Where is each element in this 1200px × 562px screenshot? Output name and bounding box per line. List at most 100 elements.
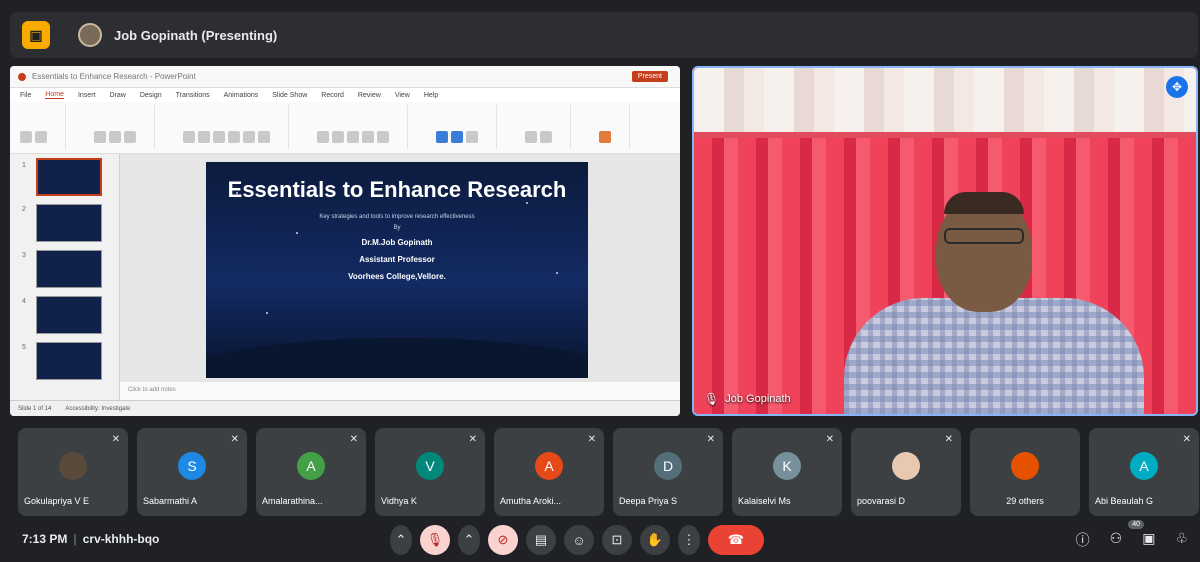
presenter-avatar bbox=[78, 23, 102, 47]
ribbon-editing[interactable] bbox=[525, 105, 571, 149]
participant-name: Abi Beaulah G bbox=[1095, 496, 1154, 506]
ppt-menu-design[interactable]: Design bbox=[140, 92, 162, 99]
ribbon-drawing[interactable] bbox=[436, 105, 497, 149]
participant-tile[interactable]: ✕ poovarasi D bbox=[851, 428, 961, 516]
leave-call-button[interactable]: ☎ bbox=[708, 525, 764, 555]
ribbon-slides[interactable] bbox=[94, 105, 155, 149]
slide-thumb-5[interactable] bbox=[36, 342, 102, 380]
slide-thumb-3[interactable] bbox=[36, 250, 102, 288]
presenter-video bbox=[844, 188, 1144, 414]
emoji-button[interactable]: ☺ bbox=[564, 525, 594, 555]
participant-tile[interactable]: ✕ S Sabarmathi A bbox=[137, 428, 247, 516]
ppt-present-button[interactable]: Present bbox=[631, 71, 668, 82]
info-icon[interactable]: ⓘ bbox=[1076, 530, 1090, 550]
ppt-menu-review[interactable]: Review bbox=[358, 92, 381, 99]
camera-toggle-button[interactable]: ⊘ bbox=[488, 525, 518, 555]
people-count-badge: 40 bbox=[1128, 520, 1144, 529]
ppt-ribbon bbox=[10, 102, 680, 154]
participant-avatar: K bbox=[773, 452, 801, 480]
participant-name: Deepa Priya S bbox=[619, 496, 678, 506]
mic-off-icon: ✕ bbox=[1182, 434, 1191, 445]
participant-name: Amutha Aroki... bbox=[500, 496, 562, 506]
ribbon-clipboard[interactable] bbox=[20, 105, 66, 149]
people-icon[interactable]: ⚇ bbox=[1110, 530, 1123, 550]
ribbon-addins[interactable] bbox=[599, 105, 630, 149]
ppt-status-bar: Slide 1 of 14 Accessibility: Investigate bbox=[10, 400, 680, 416]
participant-tile[interactable]: ✕ V Vidhya K bbox=[375, 428, 485, 516]
slide-mountain-graphic bbox=[206, 338, 588, 378]
slide-subtitle: Key strategies and tools to improve rese… bbox=[319, 214, 475, 220]
participant-avatar: V bbox=[416, 452, 444, 480]
screen-share[interactable]: Essentials to Enhance Research - PowerPo… bbox=[10, 66, 680, 416]
participant-avatar: A bbox=[1130, 452, 1158, 480]
participant-avatar: A bbox=[535, 452, 563, 480]
ppt-autosave-icon bbox=[18, 72, 26, 81]
mic-off-icon: ✕ bbox=[230, 434, 239, 445]
mic-off-icon: ✕ bbox=[944, 434, 953, 445]
slide-author: Dr.M.Job Gopinath bbox=[361, 238, 433, 247]
ppt-menu-file[interactable]: File bbox=[20, 92, 31, 99]
ribbon-paragraph[interactable] bbox=[317, 105, 408, 149]
slide-thumb-4[interactable] bbox=[36, 296, 102, 334]
mic-off-icon: ✕ bbox=[587, 434, 596, 445]
participant-tile[interactable]: ✕ A Amutha Aroki... bbox=[494, 428, 604, 516]
ppt-menu-transitions[interactable]: Transitions bbox=[176, 92, 210, 99]
slide-role: Assistant Professor bbox=[359, 255, 435, 264]
more-options-button[interactable]: ⋮ bbox=[678, 525, 700, 555]
meeting-code: crv-khhh-bqo bbox=[82, 532, 160, 546]
mic-options-button[interactable]: ⌃ bbox=[390, 525, 412, 555]
participant-name: Sabarmathi A bbox=[143, 496, 198, 506]
participant-tile[interactable]: ✕ K Kalaiselvi Ms bbox=[732, 428, 842, 516]
status-accessibility[interactable]: Accessibility: Investigate bbox=[65, 406, 130, 412]
participant-name: Kalaiselvi Ms bbox=[738, 496, 791, 506]
ppt-menu-view[interactable]: View bbox=[395, 92, 410, 99]
call-controls: ⌃ 🎙 ⌃ ⊘ ▤ ☺ ⊡ ✋ ⋮ ☎ bbox=[390, 525, 764, 555]
mic-off-icon: ✕ bbox=[706, 434, 715, 445]
camera-name-label: 🎙 Job Gopinath bbox=[704, 392, 791, 406]
slide-thumb-1[interactable] bbox=[36, 158, 102, 196]
ppt-menu-record[interactable]: Record bbox=[321, 92, 344, 99]
pin-icon[interactable]: ✥ bbox=[1166, 76, 1188, 98]
ribbon-font[interactable] bbox=[183, 105, 289, 149]
curtain-valance bbox=[694, 68, 1196, 138]
top-bar: ▣ Job Gopinath (Presenting) bbox=[10, 12, 1198, 58]
slide-notes[interactable]: Click to add notes bbox=[120, 382, 680, 400]
slide-thumb-2[interactable] bbox=[36, 204, 102, 242]
ppt-menu-animations[interactable]: Animations bbox=[224, 92, 259, 99]
others-tile[interactable]: 29 others bbox=[970, 428, 1080, 516]
raise-hand-button[interactable]: ✋ bbox=[640, 525, 670, 555]
ppt-menu-slideshow[interactable]: Slide Show bbox=[272, 92, 307, 99]
participant-tile[interactable]: ✕ A Abi Beaulah G bbox=[1089, 428, 1199, 516]
current-slide[interactable]: Essentials to Enhance Research Key strat… bbox=[206, 162, 588, 378]
meet-logo-icon: ▣ bbox=[22, 21, 50, 49]
ppt-menu-insert[interactable]: Insert bbox=[78, 92, 96, 99]
ppt-menu-draw[interactable]: Draw bbox=[109, 92, 125, 99]
mic-off-icon: ✕ bbox=[468, 434, 477, 445]
participant-avatar: A bbox=[297, 452, 325, 480]
slide-title: Essentials to Enhance Research bbox=[227, 177, 567, 202]
presenter-label: Job Gopinath (Presenting) bbox=[114, 27, 278, 43]
participant-tile[interactable]: ✕ Gokulapriya V E bbox=[18, 428, 128, 516]
participant-tile[interactable]: ✕ D Deepa Priya S bbox=[613, 428, 723, 516]
participant-name: poovarasi D bbox=[857, 496, 906, 506]
mic-icon: 🎙 bbox=[704, 392, 720, 406]
participant-name: Vidhya K bbox=[381, 496, 417, 506]
present-button[interactable]: ⊡ bbox=[602, 525, 632, 555]
presenter-camera-tile[interactable]: ✥ 🎙 Job Gopinath bbox=[692, 66, 1198, 416]
captions-button[interactable]: ▤ bbox=[526, 525, 556, 555]
ppt-menu-home[interactable]: Home bbox=[45, 91, 64, 99]
mic-off-icon: ✕ bbox=[825, 434, 834, 445]
camera-options-button[interactable]: ⌃ bbox=[458, 525, 480, 555]
ppt-title-bar: Essentials to Enhance Research - PowerPo… bbox=[10, 66, 680, 88]
meeting-info: 7:13 PM | crv-khhh-bqo bbox=[22, 532, 160, 546]
control-bar: 7:13 PM | crv-khhh-bqo ⌃ 🎙 ⌃ ⊘ ▤ ☺ ⊡ ✋ ⋮ ☎… bbox=[0, 520, 1200, 562]
mic-toggle-button[interactable]: 🎙 bbox=[420, 525, 450, 555]
slide-org: Voorhees College,Vellore. bbox=[348, 272, 446, 281]
slide-by: By bbox=[393, 225, 401, 231]
participant-avatar: D bbox=[654, 452, 682, 480]
participant-tile[interactable]: ✕ A Amalarathina... bbox=[256, 428, 366, 516]
activities-icon[interactable]: ♧ bbox=[1175, 530, 1188, 550]
chat-icon[interactable]: ▣ bbox=[1142, 530, 1155, 550]
others-count: 29 others bbox=[1006, 496, 1044, 506]
ppt-menu-help[interactable]: Help bbox=[424, 92, 438, 99]
